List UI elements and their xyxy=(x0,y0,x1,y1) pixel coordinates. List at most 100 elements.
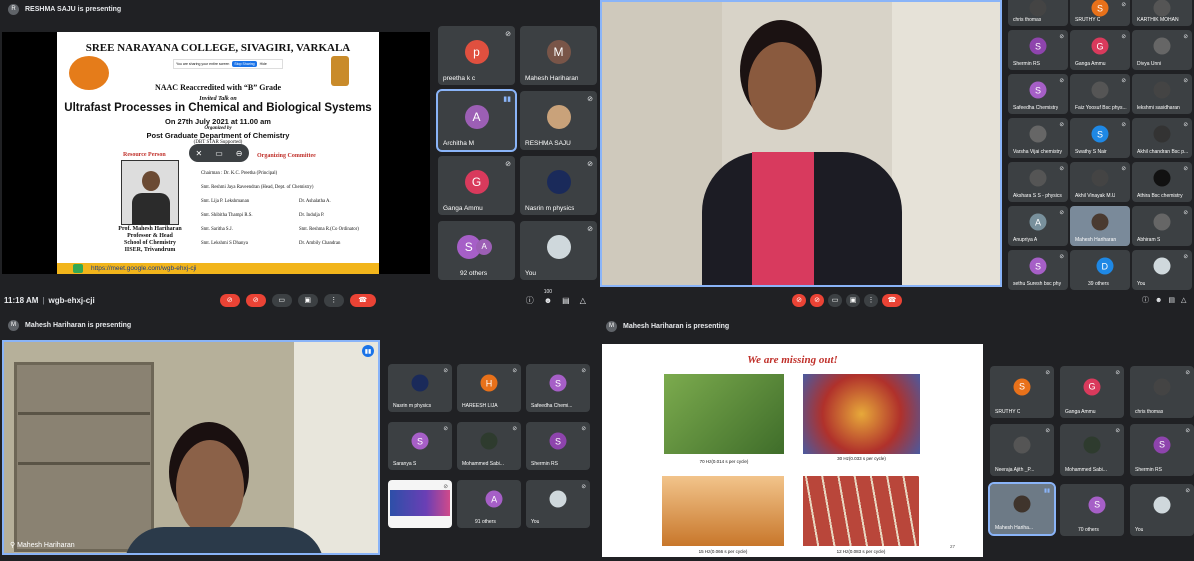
participant-tile[interactable]: ⊘ Varsha Vijai chemistry xyxy=(1008,118,1068,158)
participant-tile[interactable]: ⊘ Akhil Vinayak M.U xyxy=(1070,162,1130,202)
present-button[interactable]: ▣ xyxy=(297,293,318,307)
participant-tile[interactable]: ⊘ Faiz Yoosuf Bsc phys... xyxy=(1070,74,1130,114)
participant-tile[interactable]: M Mahesh Hariharan xyxy=(520,26,597,85)
mic-off-icon: ⊘ xyxy=(587,226,593,233)
profile-photo xyxy=(1013,495,1031,513)
participant-tile[interactable]: Mahesh Hariharan xyxy=(1070,206,1130,246)
participant-tile[interactable]: ⊘ Neeraja Ajith _P... xyxy=(990,424,1054,476)
participant-tile[interactable]: ⊘ Nasrin m physics xyxy=(388,364,452,412)
participant-tile[interactable]: ⊘ RESHMA SAJU xyxy=(520,91,597,150)
others-tile[interactable]: A 91 others xyxy=(457,480,521,528)
profile-photo xyxy=(1153,496,1171,514)
end-call-button[interactable]: ☎ xyxy=(349,293,376,307)
participant-tile[interactable]: ⊘ p preetha k c xyxy=(438,26,515,85)
mic-off-icon[interactable]: ✕ xyxy=(196,149,203,158)
participant-tile[interactable]: ⊘ S SRUTHY C xyxy=(990,366,1054,418)
link-bar: https://meet.google.com/wgb-ehxj-cji xyxy=(57,263,379,274)
participant-tile[interactable]: ⊘ Nasrin m physics xyxy=(520,156,597,215)
participant-tile[interactable]: KARTHIK MOHAN xyxy=(1132,0,1192,26)
close-icon[interactable]: ⊖ xyxy=(236,149,243,158)
participant-tile[interactable]: ⊘ S Saranya S xyxy=(388,422,452,470)
participant-tile[interactable]: ⊘ S Shermin RS xyxy=(1130,424,1194,476)
participant-tile[interactable]: ⊘ S SRUTHY C xyxy=(1070,0,1130,26)
profile-photo xyxy=(546,104,571,129)
participant-tile[interactable]: ⊘ lekshmi sasidharan xyxy=(1132,74,1192,114)
camera-toggle-button[interactable]: ⊘ xyxy=(810,293,824,307)
mic-off-icon: ⊘ xyxy=(587,161,593,168)
participant-tile[interactable]: ⊘ Athira Bsc chemistry xyxy=(1132,162,1192,202)
present-button[interactable]: ▣ xyxy=(846,293,860,307)
shared-thumbnail xyxy=(390,490,450,516)
participant-tile[interactable]: ⊘ Mohammed Sabi... xyxy=(1060,424,1124,476)
end-call-button[interactable]: ☎ xyxy=(882,293,902,307)
camera-icon[interactable]: ▭ xyxy=(215,149,223,158)
captions-button[interactable]: ▭ xyxy=(828,293,842,307)
participant-tile[interactable]: ⊘ Divya Unni xyxy=(1132,30,1192,70)
avatar: R xyxy=(8,3,19,15)
participant-tile[interactable]: ▮▮ Mahesh Hariha... xyxy=(988,482,1056,536)
others-tile[interactable]: S 70 others xyxy=(1060,484,1124,536)
mic-off-icon: ⊘ xyxy=(1059,78,1064,84)
event-slide: SREE NARAYANA COLLEGE, SIVAGIRI, VARKALA… xyxy=(57,32,379,274)
profile-photo xyxy=(1153,81,1171,99)
self-tile[interactable]: ⊘ You xyxy=(520,221,597,280)
mic-off-icon: ⊘ xyxy=(1183,122,1188,128)
participant-tile[interactable]: ⊘ S Safeedha Chemi... xyxy=(526,364,590,412)
avatar: G xyxy=(1083,378,1101,396)
activities-icon[interactable]: △ xyxy=(1181,296,1186,304)
mic-off-icon: ⊘ xyxy=(505,161,511,168)
info-icon[interactable]: ⓘ xyxy=(1142,295,1149,305)
participant-tile[interactable]: chris thomas xyxy=(1008,0,1068,26)
participant-tile[interactable]: ⊘ xyxy=(388,480,452,528)
participant-tile[interactable]: ⊘ S Shermin RS xyxy=(1008,30,1068,70)
camera-toggle-button[interactable]: ⊘ xyxy=(245,293,266,307)
self-tile[interactable]: ⊘ You xyxy=(526,480,590,528)
others-tile[interactable]: S A 92 others xyxy=(438,221,515,280)
others-tile[interactable]: D 39 others xyxy=(1070,250,1130,290)
activities-icon[interactable]: △ xyxy=(580,296,586,305)
avatar: S xyxy=(411,432,429,450)
participant-tile[interactable]: ⊘ H HAREESH LIJA xyxy=(457,364,521,412)
people-icon[interactable]: ☻ 100 xyxy=(544,289,552,305)
hide-button[interactable]: Hide xyxy=(260,62,267,66)
participant-tile[interactable]: ⊘ S Safeedha Chemistry xyxy=(1008,74,1068,114)
slide-toolbar: ✕ ▭ ⊖ xyxy=(189,144,249,162)
chat-icon[interactable]: ▤ xyxy=(1168,296,1175,304)
info-icon[interactable]: ⓘ xyxy=(526,295,534,306)
participant-tile[interactable]: ⊘ Akshara S S - physics xyxy=(1008,162,1068,202)
avatar: M xyxy=(546,39,571,64)
more-options-button[interactable]: ⋮ xyxy=(323,293,344,307)
avatar: S xyxy=(1029,37,1047,55)
mic-toggle-button[interactable]: ⊘ xyxy=(219,293,240,307)
participant-tile[interactable]: ⊘ Akhil chandran Bsc p... xyxy=(1132,118,1192,158)
participant-tile[interactable]: ⊘ S Shermin RS xyxy=(526,422,590,470)
self-tile[interactable]: ⊘ You xyxy=(1130,484,1194,536)
participant-tile[interactable]: ⊘ Ssethu Suresh bsc phy xyxy=(1008,250,1068,290)
speaker-name: ⚲ Mahesh Hariharan xyxy=(10,542,75,549)
meeting-link[interactable]: https://meet.google.com/wgb-ehxj-cji xyxy=(91,265,197,272)
participant-tile[interactable]: ⊘ G Ganga Ammu xyxy=(438,156,515,215)
people-icon[interactable]: ☻ xyxy=(1155,297,1162,304)
mic-off-icon: ⊘ xyxy=(1045,370,1050,376)
captions-button[interactable]: ▭ xyxy=(271,293,292,307)
participant-tile[interactable]: ⊘ chris thomas xyxy=(1130,366,1194,418)
participant-tile[interactable]: ⊘ S Swathy S Nair xyxy=(1070,118,1130,158)
participant-tile[interactable]: ⊘ G Ganga Ammu xyxy=(1070,30,1130,70)
participant-tile[interactable]: ⊘ G Ganga Ammu xyxy=(1060,366,1124,418)
stop-sharing-button[interactable]: Stop Sharing xyxy=(232,61,257,67)
profile-photo xyxy=(480,432,498,450)
mic-toggle-button[interactable]: ⊘ xyxy=(792,293,806,307)
avatar: S xyxy=(1091,0,1109,17)
participant-tile[interactable]: ▮▮ A Architha M xyxy=(436,89,517,152)
participant-tile[interactable]: ⊘ A Anupriya A xyxy=(1008,206,1068,246)
avatar-secondary: A xyxy=(476,238,493,255)
profile-photo xyxy=(1153,169,1171,187)
mic-off-icon: ⊘ xyxy=(1059,210,1064,216)
more-options-button[interactable]: ⋮ xyxy=(864,293,878,307)
speaking-icon: ▮▮ xyxy=(362,345,374,357)
chat-icon[interactable]: ▤ xyxy=(562,296,570,305)
avatar: M xyxy=(606,320,617,332)
participant-tile[interactable]: ⊘ Abhiram S xyxy=(1132,206,1192,246)
participant-tile[interactable]: ⊘ Mohammed Sabi... xyxy=(457,422,521,470)
self-tile[interactable]: ⊘ You xyxy=(1132,250,1192,290)
